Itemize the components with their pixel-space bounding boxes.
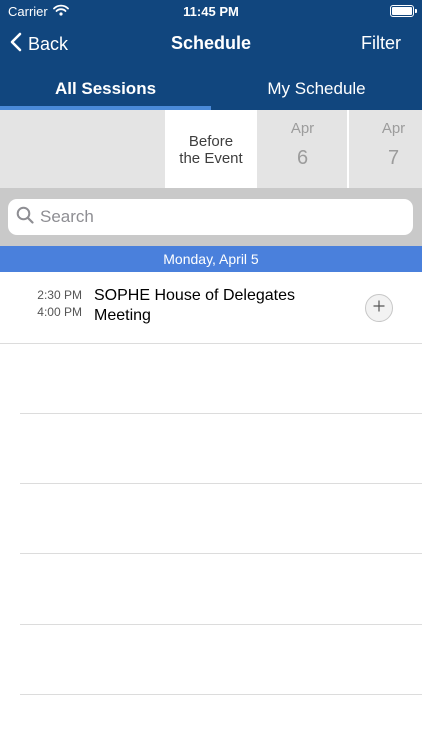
date-month: Apr: [381, 120, 406, 137]
date-cell[interactable]: Apr 7: [349, 110, 422, 188]
day-header: Monday, April 5: [0, 246, 422, 272]
list-separator: [20, 624, 422, 625]
search-placeholder: Search: [40, 207, 94, 226]
tab-bar: All Sessions My Schedule: [0, 66, 422, 110]
date-strip: Before the Event Apr 6 Apr 7: [0, 110, 422, 188]
tab-all-sessions[interactable]: All Sessions: [0, 66, 211, 110]
session-times: 2:30 PM 4:00 PM: [0, 287, 82, 321]
add-to-schedule-button[interactable]: [365, 294, 393, 322]
date-before-line2: the Event: [179, 150, 243, 167]
page-title: Schedule: [170, 33, 252, 53]
date-before-event[interactable]: Before the Event: [165, 110, 257, 188]
session-title: SOPHE House of Delegates Meeting: [94, 287, 295, 324]
nav-bar: Back Schedule Filter: [0, 22, 422, 66]
date-day: 7: [387, 147, 400, 169]
session-row[interactable]: 2:30 PM 4:00 PM SOPHE House of Delegates…: [0, 272, 422, 344]
session-end-time: 4:00 PM: [37, 305, 82, 319]
filter-button[interactable]: Filter: [361, 33, 401, 54]
search-input[interactable]: Search: [8, 199, 413, 235]
list-separator: [20, 553, 422, 554]
date-day: 6: [296, 147, 309, 169]
search-icon: [16, 206, 34, 229]
list-separator: [20, 413, 422, 414]
date-cell[interactable]: Apr 6: [258, 110, 347, 188]
plus-icon: [373, 299, 385, 317]
date-month: Apr: [290, 120, 315, 137]
list-separator: [20, 694, 422, 695]
app-header: Carrier 11:45 PM Back Schedule Filter Al…: [0, 0, 422, 110]
tab-my-schedule[interactable]: My Schedule: [211, 66, 422, 110]
battery-icon: [390, 5, 417, 17]
list-separator: [20, 483, 422, 484]
status-bar: Carrier 11:45 PM: [0, 0, 422, 22]
status-time: 11:45 PM: [183, 4, 239, 19]
session-start-time: 2:30 PM: [37, 288, 82, 302]
date-before-line1: Before: [188, 133, 234, 150]
search-area: Search: [0, 188, 422, 246]
